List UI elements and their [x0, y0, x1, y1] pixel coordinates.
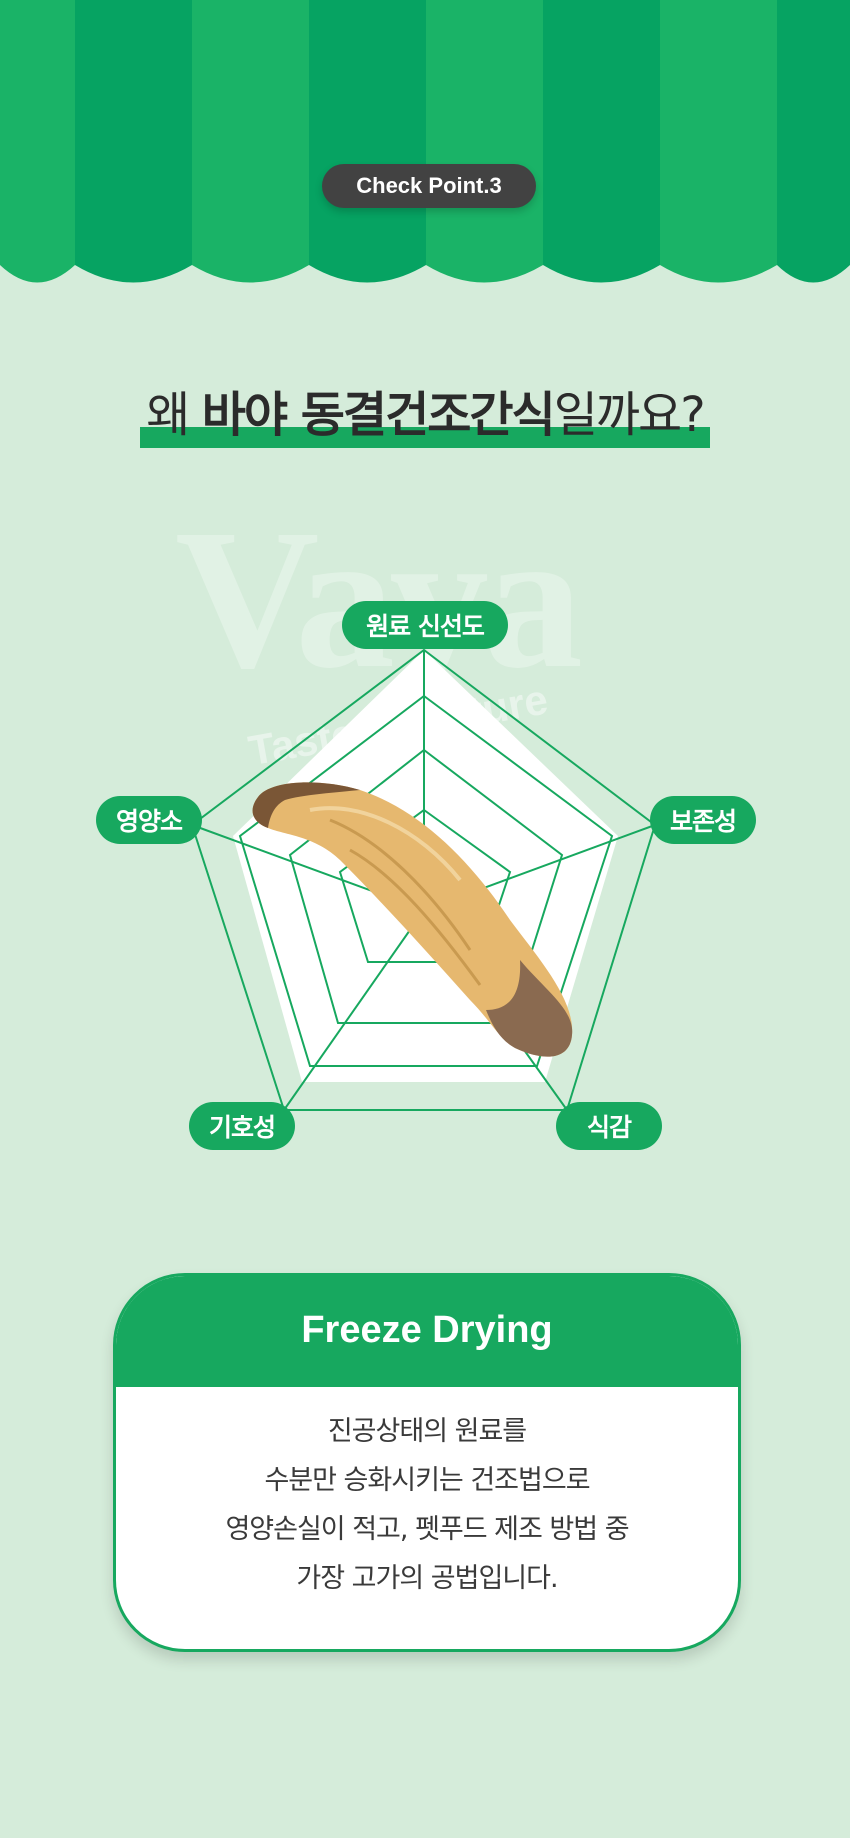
card-body: 진공상태의 원료를 수분만 승화시키는 건조법으로 영양손실이 적고, 펫푸드 …	[116, 1387, 738, 1603]
card-title: Freeze Drying	[116, 1276, 738, 1387]
card-line: 수분만 승화시키는 건조법으로	[264, 1465, 590, 1496]
card-line: 가장 고가의 공법입니다.	[296, 1563, 558, 1594]
radar-label-nutrition: 영양소	[96, 796, 202, 844]
radar-label-texture: 식감	[556, 1102, 662, 1150]
radar-label-preservation: 보존성	[650, 796, 756, 844]
radar-label-freshness: 원료 신선도	[342, 601, 508, 649]
freeze-drying-card: Freeze Drying 진공상태의 원료를 수분만 승화시키는 건조법으로 …	[113, 1273, 741, 1652]
card-line: 진공상태의 원료를	[327, 1416, 527, 1447]
card-line: 영양손실이 적고, 펫푸드 제조 방법 중	[225, 1514, 629, 1545]
radar-label-preference: 기호성	[189, 1102, 295, 1150]
